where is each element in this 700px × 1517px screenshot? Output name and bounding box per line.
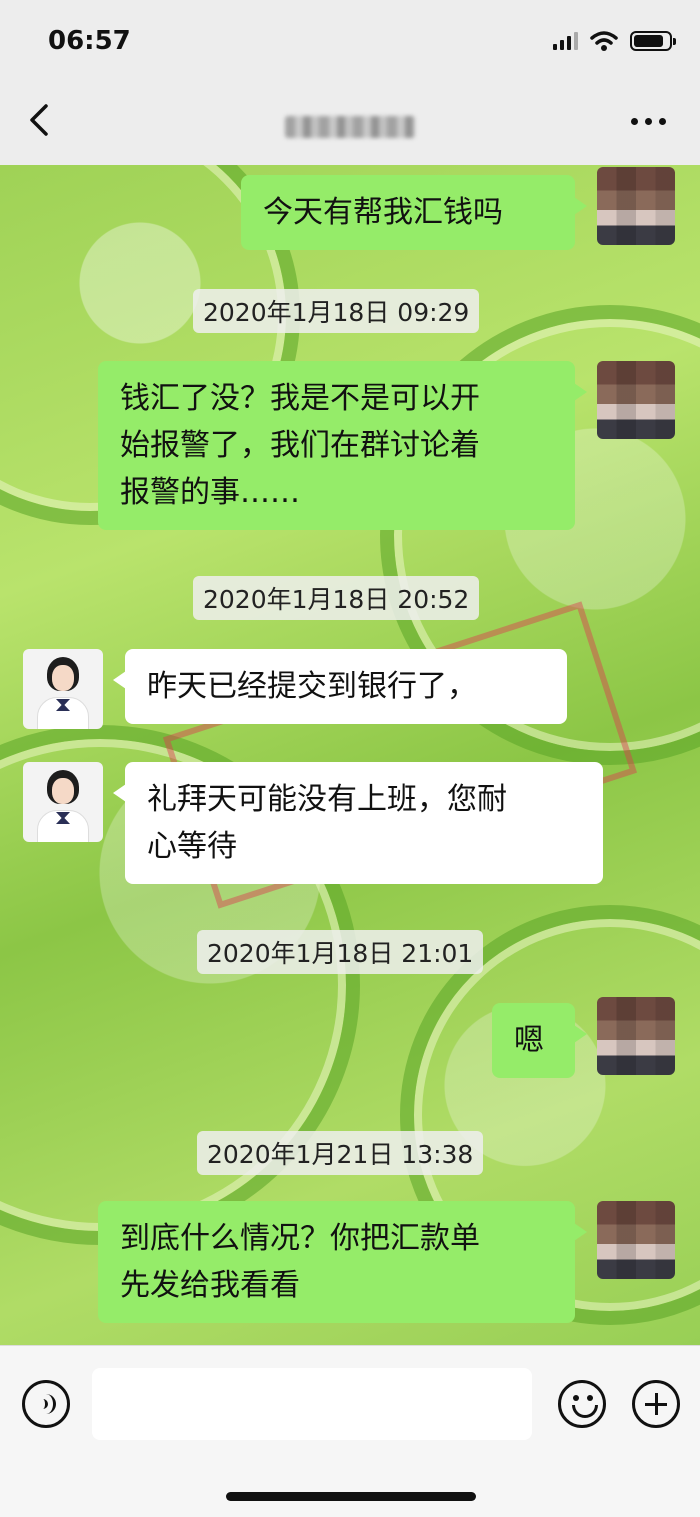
- voice-icon[interactable]: [22, 1380, 70, 1428]
- timestamp: 2020年1月18日 21:01: [197, 930, 484, 974]
- cellular-signal-icon: [553, 32, 578, 50]
- wifi-icon: [590, 31, 618, 51]
- message-text: 今天有帮我汇钱吗: [263, 195, 503, 230]
- agent-avatar[interactable]: [23, 649, 103, 729]
- message-text-line: 先发给我看看: [120, 1268, 300, 1303]
- message-text-line: 到底什么情况？你把汇款单: [120, 1221, 480, 1256]
- sent-message-bubble[interactable]: 今天有帮我汇钱吗: [241, 175, 587, 250]
- more-icon[interactable]: [631, 118, 666, 125]
- sent-message-bubble[interactable]: 钱汇了没？我是不是可以开 始报警了，我们在群讨论着 报警的事……: [98, 361, 587, 530]
- message-text: 嗯: [514, 1023, 544, 1058]
- message-text-line: 礼拜天可能没有上班，您耐: [147, 782, 507, 817]
- message-text-line: 钱汇了没？我是不是可以开: [120, 381, 480, 416]
- message-text-line: 报警的事……: [120, 475, 300, 510]
- status-icons: [553, 30, 676, 52]
- sent-message-bubble[interactable]: 到底什么情况？你把汇款单 先发给我看看: [98, 1201, 587, 1323]
- message-input[interactable]: [92, 1368, 532, 1440]
- message-text: 昨天已经提交到银行了，: [147, 669, 477, 704]
- message-text-line: 始报警了，我们在群讨论着: [120, 428, 480, 463]
- status-time: 06:57: [48, 26, 131, 56]
- chat-area[interactable]: 今天有帮我汇钱吗 2020年1月18日 09:29 钱汇了没？我是不是可以开 始…: [0, 165, 700, 1345]
- battery-icon: [630, 31, 676, 51]
- plus-icon[interactable]: [632, 1380, 680, 1428]
- timestamp: 2020年1月18日 09:29: [193, 289, 480, 333]
- received-message-bubble[interactable]: 昨天已经提交到银行了，: [113, 649, 567, 724]
- chat-title-blurred: [285, 116, 415, 138]
- timestamp: 2020年1月21日 13:38: [197, 1131, 484, 1175]
- my-avatar[interactable]: [597, 361, 675, 439]
- agent-avatar[interactable]: [23, 762, 103, 842]
- message-text-line: 心等待: [147, 829, 237, 864]
- my-avatar[interactable]: [597, 997, 675, 1075]
- received-message-bubble[interactable]: 礼拜天可能没有上班，您耐 心等待: [113, 762, 603, 884]
- home-indicator[interactable]: [226, 1492, 476, 1501]
- chevron-left-icon[interactable]: [26, 100, 56, 140]
- timestamp: 2020年1月18日 20:52: [193, 576, 480, 620]
- sent-message-bubble[interactable]: 嗯: [492, 1003, 587, 1078]
- emoji-icon[interactable]: [558, 1380, 606, 1428]
- top-bar: 06:57: [0, 0, 700, 165]
- my-avatar[interactable]: [597, 1201, 675, 1279]
- my-avatar[interactable]: [597, 167, 675, 245]
